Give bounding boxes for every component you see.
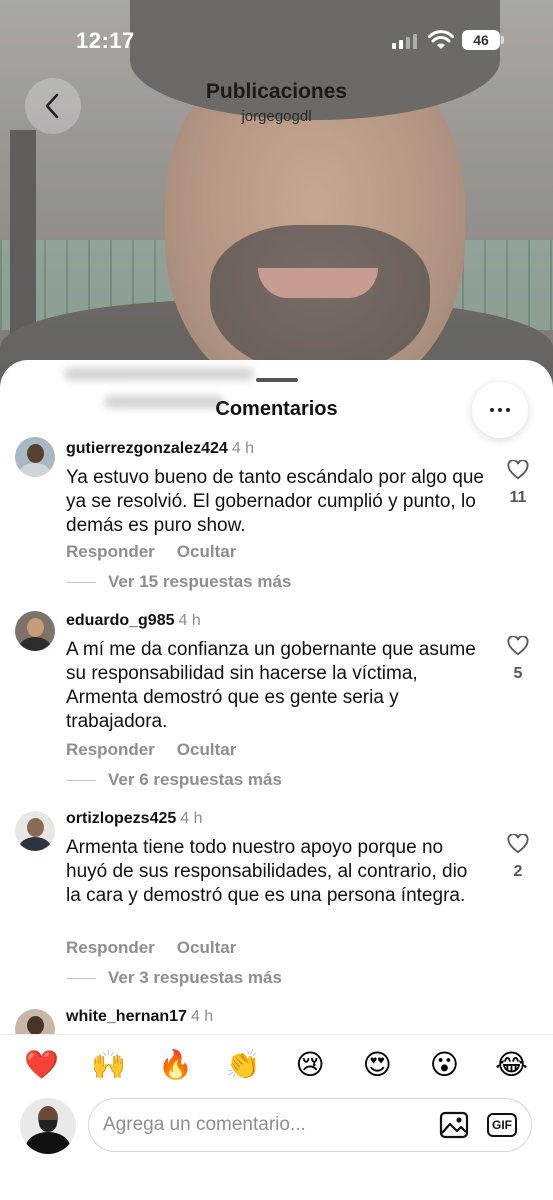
emoji-reactions-bar: ❤️ 🙌 🔥 👏 😢 😍 😮 😂 (0, 1034, 553, 1094)
reply-button[interactable]: Responder (66, 740, 155, 759)
view-replies-label: Ver 15 respuestas más (108, 572, 292, 591)
emoji-surprised[interactable]: 😮 (424, 1048, 464, 1081)
emoji-raised-hands[interactable]: 🙌 (89, 1048, 129, 1081)
comment-time: 4 h (180, 810, 203, 827)
battery-indicator: 46 (462, 30, 504, 50)
avatar[interactable] (15, 811, 55, 851)
comment-input[interactable] (103, 1114, 439, 1136)
page-title: Publicaciones (205, 80, 348, 103)
cellular-signal-icon (392, 33, 417, 49)
view-replies-button[interactable]: Ver 6 respuestas más (66, 770, 282, 790)
comment-time: 4 h (231, 440, 255, 457)
like-count: 11 (509, 489, 527, 506)
comment-text: A mí me da confianza un gobernante que a… (66, 639, 476, 732)
comment-text: Armenta tiene todo nuestro apoyo porque … (66, 837, 468, 906)
page-subtitle-username[interactable]: jorgegogdl (0, 108, 553, 125)
like-button[interactable]: 2 (503, 833, 533, 881)
heart-icon (507, 459, 529, 480)
more-options-button[interactable] (472, 382, 528, 438)
view-replies-button[interactable]: Ver 15 respuestas más (66, 572, 291, 592)
sheet-title: Comentarios (215, 398, 338, 420)
more-dots-icon (490, 408, 494, 412)
wifi-icon (428, 30, 454, 49)
gif-button[interactable]: GIF (487, 1113, 517, 1137)
comment-username[interactable]: eduardo_g985 (66, 612, 174, 629)
emoji-heart-eyes[interactable]: 😍 (357, 1048, 397, 1081)
avatar[interactable] (15, 437, 55, 477)
emoji-crying[interactable]: 😢 (290, 1048, 330, 1081)
like-button[interactable]: 11 (503, 459, 533, 507)
status-time: 12:17 (76, 28, 135, 53)
emoji-clapping[interactable]: 👏 (223, 1048, 263, 1081)
comment-input-wrapper: GIF (88, 1098, 532, 1152)
reply-button[interactable]: Responder (66, 542, 155, 561)
emoji-fire[interactable]: 🔥 (156, 1048, 196, 1081)
image-icon[interactable] (439, 1111, 469, 1139)
emoji-heart[interactable]: ❤️ (22, 1048, 62, 1081)
status-bar: 12:17 46 (0, 0, 553, 80)
emoji-laughing[interactable]: 😂 (491, 1048, 531, 1081)
comment-username[interactable]: gutierrezgonzalez424 (66, 440, 228, 457)
hide-button[interactable]: Ocultar (177, 740, 237, 759)
comment-username[interactable]: white_hernan17 (66, 1008, 187, 1025)
avatar[interactable] (15, 611, 55, 651)
comment-text: Ya estuvo bueno de tanto escándalo por a… (66, 467, 484, 536)
like-count: 5 (513, 665, 523, 682)
hide-button[interactable]: Ocultar (177, 542, 237, 561)
like-count: 2 (513, 863, 523, 880)
heart-icon (507, 635, 529, 656)
sheet-drag-handle[interactable] (256, 378, 298, 382)
view-replies-label: Ver 6 respuestas más (108, 770, 282, 789)
comment-composer: GIF (0, 1094, 553, 1200)
hide-button[interactable]: Ocultar (177, 938, 237, 957)
comment-time: 4 h (190, 1008, 214, 1025)
comment-time: 4 h (178, 612, 201, 629)
heart-icon (507, 833, 529, 854)
reply-button[interactable]: Responder (66, 938, 155, 957)
view-replies-label: Ver 3 respuestas más (108, 968, 282, 987)
current-user-avatar (20, 1098, 76, 1154)
view-replies-button[interactable]: Ver 3 respuestas más (66, 968, 282, 988)
comment-username[interactable]: ortizlopezs425 (66, 810, 176, 827)
like-button[interactable]: 5 (503, 635, 533, 683)
